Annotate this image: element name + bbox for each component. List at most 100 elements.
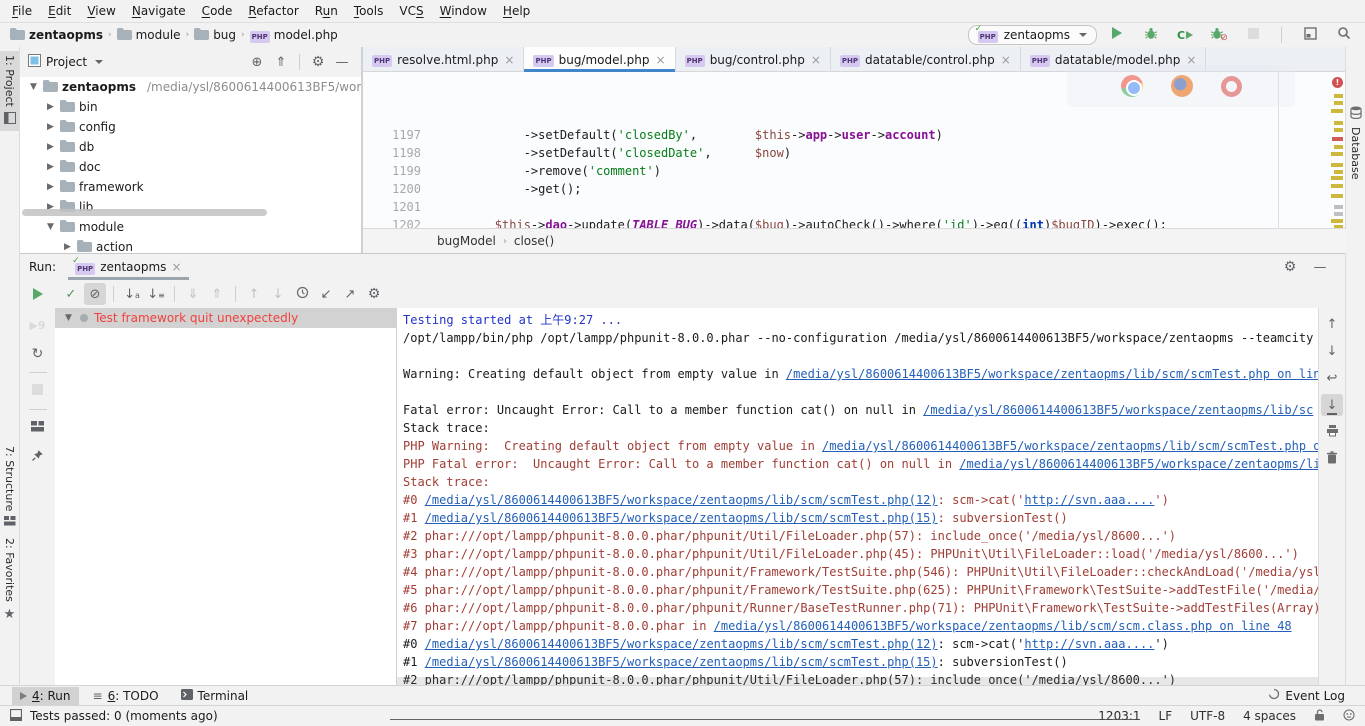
stripe-mark[interactable] <box>1331 194 1343 198</box>
tool-window-button-favorites[interactable]: 2: Favorites★ <box>0 534 19 626</box>
chevron-right-icon[interactable]: ▶ <box>45 122 56 132</box>
error-stripe[interactable]: ! <box>1330 72 1345 228</box>
chevron-right-icon[interactable]: ▶ <box>45 102 56 112</box>
show-ignored-button[interactable]: ⊘ <box>84 283 106 305</box>
run-button[interactable] <box>1106 24 1128 46</box>
project-tree-item-module[interactable]: ▼module <box>20 217 361 237</box>
soft-wrap-button[interactable]: ↩ <box>1321 367 1343 389</box>
tool-window-button-database[interactable]: Database <box>1346 102 1365 184</box>
export-button[interactable]: ↗ <box>339 283 361 305</box>
stripe-mark[interactable] <box>1331 219 1343 223</box>
console-file-link[interactable]: /media/ysl/8600614400613BF5/workspace/ze… <box>714 619 1292 633</box>
debug-button[interactable] <box>1140 24 1162 46</box>
breadcrumb-item[interactable]: bug <box>194 28 236 43</box>
console-file-link[interactable]: http://svn.aaa.... <box>1024 493 1154 507</box>
close-icon[interactable]: × <box>811 53 821 67</box>
run-configuration-select[interactable]: PHP✓ zentaopms <box>968 25 1097 45</box>
expand-all-button[interactable]: ⇓ <box>182 283 204 305</box>
sort-duration-button[interactable]: ↓≡ <box>145 283 167 305</box>
close-icon[interactable]: × <box>171 260 181 274</box>
prev-button[interactable]: ↑ <box>243 283 265 305</box>
stripe-mark[interactable] <box>1332 137 1343 141</box>
pin-button[interactable] <box>27 446 49 468</box>
rerun-button[interactable] <box>27 285 49 307</box>
error-indicator-icon[interactable]: ! <box>1332 77 1343 88</box>
menu-code[interactable]: Code <box>194 2 241 20</box>
console-file-link[interactable]: /media/ysl/8600614400613BF5/workspace/ze… <box>425 637 938 651</box>
search-button[interactable] <box>1333 24 1355 46</box>
tool-window-toggle-icon[interactable] <box>10 709 22 724</box>
stop-button[interactable] <box>1242 24 1264 46</box>
breadcrumb-method[interactable]: close() <box>514 234 554 248</box>
settings-button[interactable]: ⚙ <box>307 51 329 73</box>
chrome-icon[interactable] <box>1121 75 1143 97</box>
stripe-mark[interactable] <box>1334 94 1343 98</box>
menu-refactor[interactable]: Refactor <box>240 2 306 20</box>
stripe-mark[interactable] <box>1334 145 1343 149</box>
sort-alpha-button[interactable]: ↓a <box>121 283 143 305</box>
chevron-down-icon[interactable]: ▼ <box>63 313 74 323</box>
show-passed-button[interactable]: ✓ <box>60 283 82 305</box>
menu-tools[interactable]: Tools <box>346 2 392 20</box>
stripe-mark[interactable] <box>1334 170 1343 174</box>
stripe-mark[interactable] <box>1334 101 1343 105</box>
menu-window[interactable]: Window <box>432 2 495 20</box>
print-button[interactable] <box>1321 421 1343 443</box>
opera-icon[interactable] <box>1221 76 1242 97</box>
tool-window-tab-run[interactable]: 4: Run <box>12 687 79 705</box>
stop-button[interactable] <box>27 380 49 402</box>
menu-run[interactable]: Run <box>307 2 346 20</box>
stripe-mark[interactable] <box>1331 152 1343 156</box>
run-tab[interactable]: PHP✓ zentaopms × <box>68 254 188 280</box>
console-file-link[interactable]: /media/ysl/8600614400613BF5/workspace/ze… <box>425 493 938 507</box>
chevron-right-icon[interactable]: ▶ <box>45 182 56 192</box>
line-separator[interactable]: LF <box>1159 709 1173 723</box>
close-icon[interactable]: × <box>1001 53 1011 67</box>
stripe-mark[interactable] <box>1334 128 1343 132</box>
tool-window-tab-terminal[interactable]: Terminal <box>173 687 257 705</box>
console-file-link[interactable]: http://svn.aaa.... <box>1024 637 1154 651</box>
collapse-all-button[interactable]: ⇑ <box>270 51 292 73</box>
console-file-link[interactable]: /media/ysl/8600614400613BF5/workspace/ze… <box>425 511 938 525</box>
chevron-right-icon[interactable]: ▶ <box>45 162 56 172</box>
profiler-button[interactable]: ⊘ <box>1208 24 1230 46</box>
project-panel-title-group[interactable]: Project <box>28 54 103 70</box>
project-tree-item-zentaopms[interactable]: ▼zentaopms/media/ysl/8600614400613BF5/wo… <box>20 77 361 97</box>
test-result-row[interactable]: ▼Test framework quit unexpectedly <box>55 308 396 328</box>
locate-button[interactable]: ⊕ <box>246 51 268 73</box>
next-button[interactable]: ↓ <box>267 283 289 305</box>
breadcrumb-item[interactable]: PHPmodel.php <box>250 28 338 43</box>
hide-button[interactable]: — <box>331 51 353 73</box>
close-icon[interactable]: × <box>504 53 514 67</box>
toolwindow-button[interactable] <box>1299 24 1321 46</box>
console-file-link[interactable]: /media/ysl/8600614400613BF5/workspace/ze… <box>822 439 1318 453</box>
project-tree-item-bin[interactable]: ▶bin <box>20 97 361 117</box>
stripe-mark[interactable] <box>1334 205 1343 209</box>
layout-button[interactable] <box>27 417 49 439</box>
rerun-failed-button[interactable]: ▶9 <box>27 314 49 336</box>
chevron-down-icon[interactable]: ▼ <box>45 222 56 232</box>
stripe-mark[interactable] <box>1331 163 1343 167</box>
hide-button[interactable]: — <box>1309 256 1331 278</box>
event-log-button[interactable]: Event Log <box>1260 687 1353 705</box>
up-button[interactable]: ↑ <box>1321 313 1343 335</box>
down-button[interactable]: ↓ <box>1321 340 1343 362</box>
menu-view[interactable]: View <box>79 2 123 20</box>
tool-window-tab-todo[interactable]: ≡6: TODO <box>85 687 167 705</box>
scroll-end-button[interactable]: ↓ <box>1321 394 1343 416</box>
close-icon[interactable]: × <box>656 53 666 67</box>
menu-edit[interactable]: Edit <box>40 2 79 20</box>
console-file-link[interactable]: /media/ysl/8600614400613BF5/workspace/ze… <box>425 655 938 669</box>
inspector-profile-icon[interactable] <box>1343 709 1355 724</box>
tool-window-button-structure[interactable]: 7: Structure <box>0 442 19 533</box>
project-tree-item-doc[interactable]: ▶doc <box>20 157 361 177</box>
project-tree-item-framework[interactable]: ▶framework <box>20 177 361 197</box>
menu-file[interactable]: File <box>4 2 40 20</box>
tool-window-button-project[interactable]: 1: Project <box>0 51 19 131</box>
project-tree-item-action[interactable]: ▶action <box>20 237 361 253</box>
firefox-icon[interactable] <box>1171 75 1193 97</box>
chevron-down-icon[interactable]: ▼ <box>28 82 39 92</box>
settings-button[interactable]: ⚙ <box>363 283 385 305</box>
breadcrumb-item[interactable]: module <box>117 28 181 43</box>
coverage-button[interactable]: C <box>1174 24 1196 46</box>
